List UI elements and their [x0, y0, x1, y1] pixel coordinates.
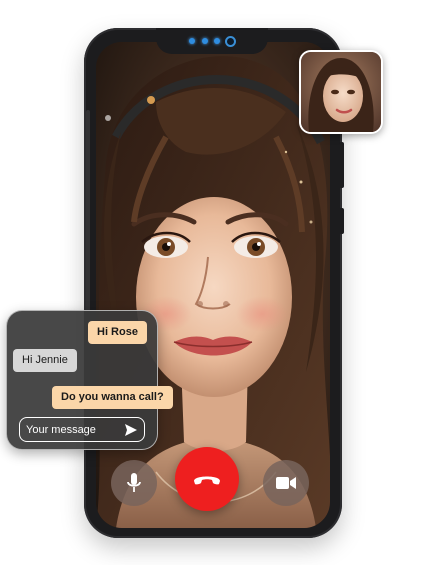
power-button [339, 208, 344, 234]
end-call-button[interactable] [175, 447, 239, 511]
chat-message-outgoing: Hi Rose [88, 321, 147, 344]
message-input[interactable] [20, 423, 124, 436]
mute-microphone-button[interactable] [111, 460, 157, 506]
phone-notch [156, 28, 268, 54]
toggle-video-button[interactable] [263, 460, 309, 506]
sensor-dot [189, 38, 195, 44]
volume-button [339, 142, 344, 188]
self-video-portrait [301, 52, 381, 132]
sensor-dot [214, 38, 220, 44]
self-video-preview[interactable] [299, 50, 383, 134]
send-icon[interactable] [124, 423, 138, 437]
video-call-mockup: Hi Rose Hi Jennie Do you wanna call? [0, 0, 428, 565]
message-input-box [19, 417, 145, 442]
video-camera-icon [276, 477, 296, 489]
front-camera [225, 36, 236, 47]
chat-message-outgoing: Do you wanna call? [52, 386, 173, 409]
sensor-dot [202, 38, 208, 44]
phone-hang-up-icon [194, 476, 220, 485]
microphone-icon [127, 473, 141, 492]
chat-panel: Hi Rose Hi Jennie Do you wanna call? [6, 310, 173, 450]
chat-message-incoming: Hi Jennie [13, 349, 77, 372]
